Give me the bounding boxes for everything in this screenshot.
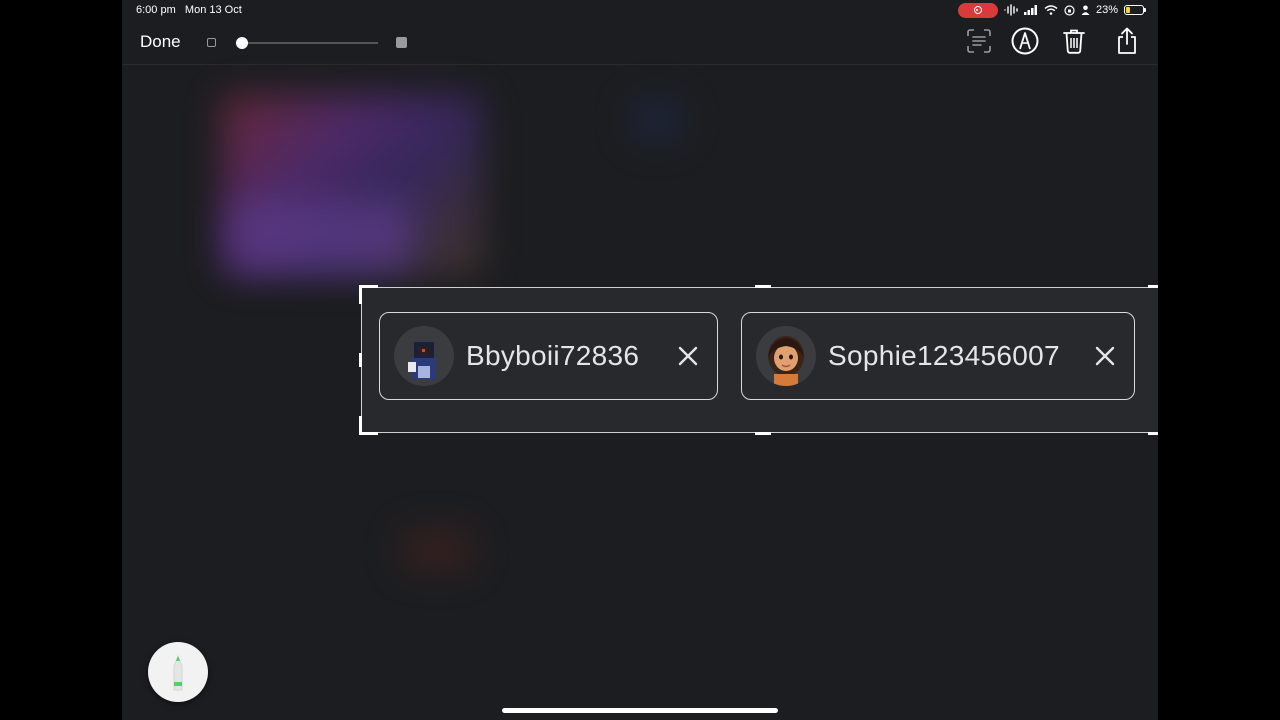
brush-size-slider[interactable] (236, 37, 378, 49)
close-icon[interactable] (677, 345, 699, 367)
orientation-lock-icon (1064, 4, 1075, 16)
blurred-artwork (402, 530, 472, 570)
pencil-icon (173, 654, 183, 691)
editor-toolbar: Done (122, 20, 1158, 65)
done-button[interactable]: Done (140, 32, 181, 52)
avatar-icon (408, 342, 436, 380)
crop-selection[interactable]: Bbyboii72836 Sophie123456007 (359, 285, 1158, 435)
delete-button[interactable] (1059, 26, 1089, 56)
user-chip[interactable]: Bbyboii72836 (379, 312, 718, 400)
brush-size-large-icon[interactable] (396, 37, 407, 48)
blurred-artwork (232, 200, 412, 270)
crop-handle-left[interactable] (359, 353, 362, 367)
trash-icon (1063, 29, 1085, 54)
username-label: Sophie123456007 (828, 340, 1060, 371)
wifi-icon (1044, 5, 1058, 15)
close-icon[interactable] (1094, 345, 1116, 367)
pencil-tool-button[interactable] (148, 642, 208, 702)
text-recognition-icon (967, 29, 991, 53)
home-indicator[interactable] (502, 708, 778, 713)
slider-thumb[interactable] (236, 37, 248, 49)
battery-icon (1124, 5, 1146, 15)
text-recognition-button[interactable] (964, 26, 994, 56)
signal-icon (1023, 5, 1037, 15)
screenshot-canvas: Bbyboii72836 Sophie123456007 (122, 0, 1158, 720)
share-icon (1118, 27, 1136, 54)
crop-handle-bottom[interactable] (755, 432, 771, 435)
avatar (394, 326, 454, 386)
username-label: Bbyboii72836 (466, 340, 640, 371)
status-datetime: 6:00 pm Mon 13 Oct (136, 0, 242, 20)
crop-handle-top[interactable] (755, 285, 771, 288)
mic-waveform-icon (1004, 4, 1018, 16)
person-icon (1081, 5, 1090, 15)
crop-handle-bottom-right[interactable] (1148, 416, 1158, 435)
status-indicators: 23% (957, 0, 1146, 20)
avatar-icon (768, 336, 804, 386)
user-chip[interactable]: Sophie123456007 (741, 312, 1135, 400)
blurred-artwork (632, 100, 682, 140)
crop-handle-top-left[interactable] (359, 285, 378, 304)
status-date: Mon 13 Oct (184, 4, 242, 16)
crop-handle-bottom-left[interactable] (359, 416, 378, 435)
crop-handle-top-right[interactable] (1148, 285, 1158, 304)
battery-percent: 23% (1095, 4, 1118, 16)
markup-pen-icon (1011, 27, 1039, 55)
share-button[interactable] (1112, 26, 1142, 56)
brush-size-small-icon[interactable] (207, 38, 216, 47)
avatar (756, 326, 816, 386)
markup-button[interactable] (1010, 26, 1040, 56)
screen-record-icon[interactable] (957, 2, 998, 18)
status-time: 6:00 pm (136, 4, 176, 16)
